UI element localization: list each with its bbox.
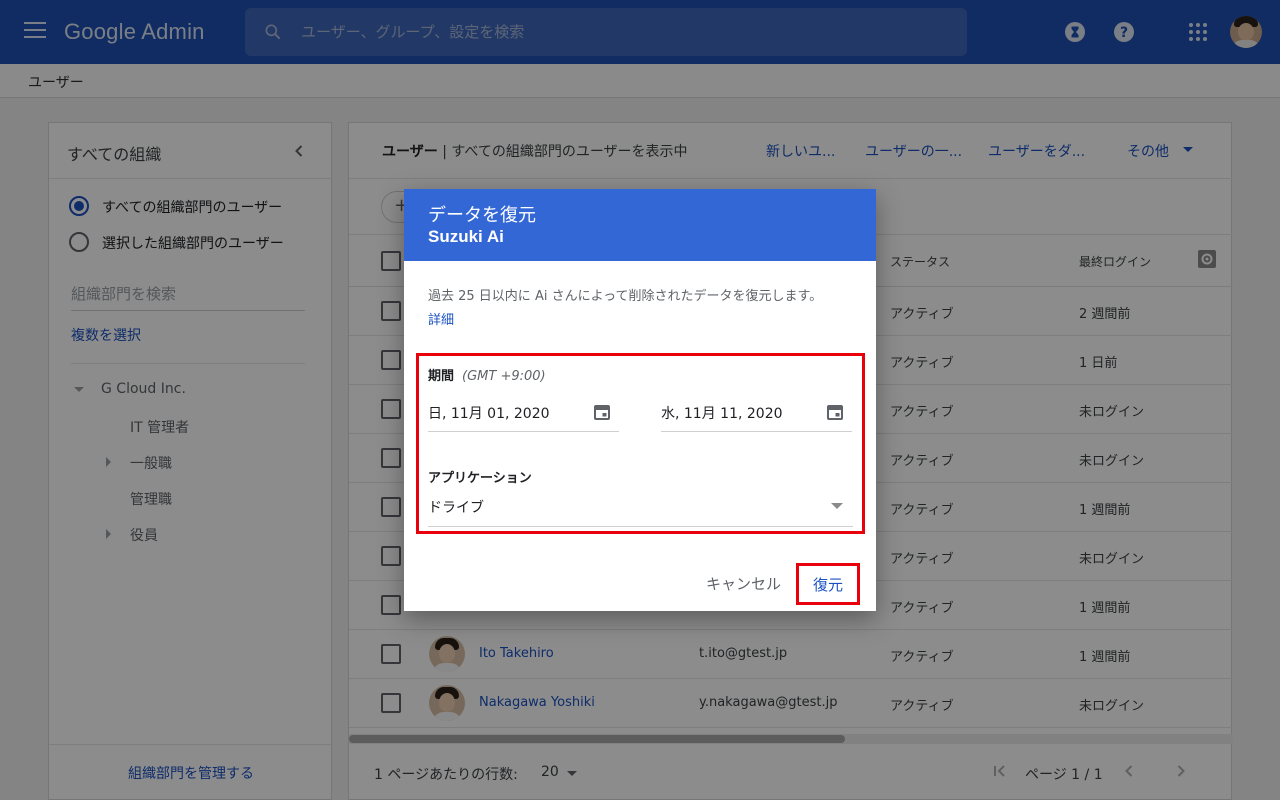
application-label: アプリケーション (428, 471, 532, 486)
dialog-description: 過去 25 日以内に Ai さんによって削除されたデータを復元します。 (428, 289, 823, 304)
end-date-value: 水, 11月 11, 2020 (661, 406, 783, 422)
restore-data-dialog: データを復元 Suzuki Ai 過去 25 日以内に Ai さんによって削除さ… (404, 189, 876, 611)
timezone-label: (GMT +9:00) (462, 369, 546, 384)
end-date-field[interactable]: 水, 11月 11, 2020 (661, 396, 852, 432)
dialog-user-name: Suzuki Ai (428, 227, 504, 246)
dialog-title: データを復元 (428, 205, 536, 226)
restore-button[interactable]: 復元 (796, 563, 860, 605)
period-label: 期間 (GMT +9:00) (428, 369, 546, 384)
application-value: ドライブ (428, 500, 484, 516)
dialog-header: データを復元 Suzuki Ai (404, 189, 876, 261)
details-link[interactable]: 詳細 (428, 309, 454, 328)
calendar-icon[interactable] (826, 403, 844, 421)
calendar-icon[interactable] (593, 403, 611, 421)
application-select[interactable]: ドライブ (428, 491, 853, 527)
dropdown-caret-icon[interactable] (831, 503, 843, 509)
start-date-field[interactable]: 日, 11月 01, 2020 (428, 396, 619, 432)
start-date-value: 日, 11月 01, 2020 (428, 406, 550, 422)
cancel-button[interactable]: キャンセル (706, 573, 781, 594)
